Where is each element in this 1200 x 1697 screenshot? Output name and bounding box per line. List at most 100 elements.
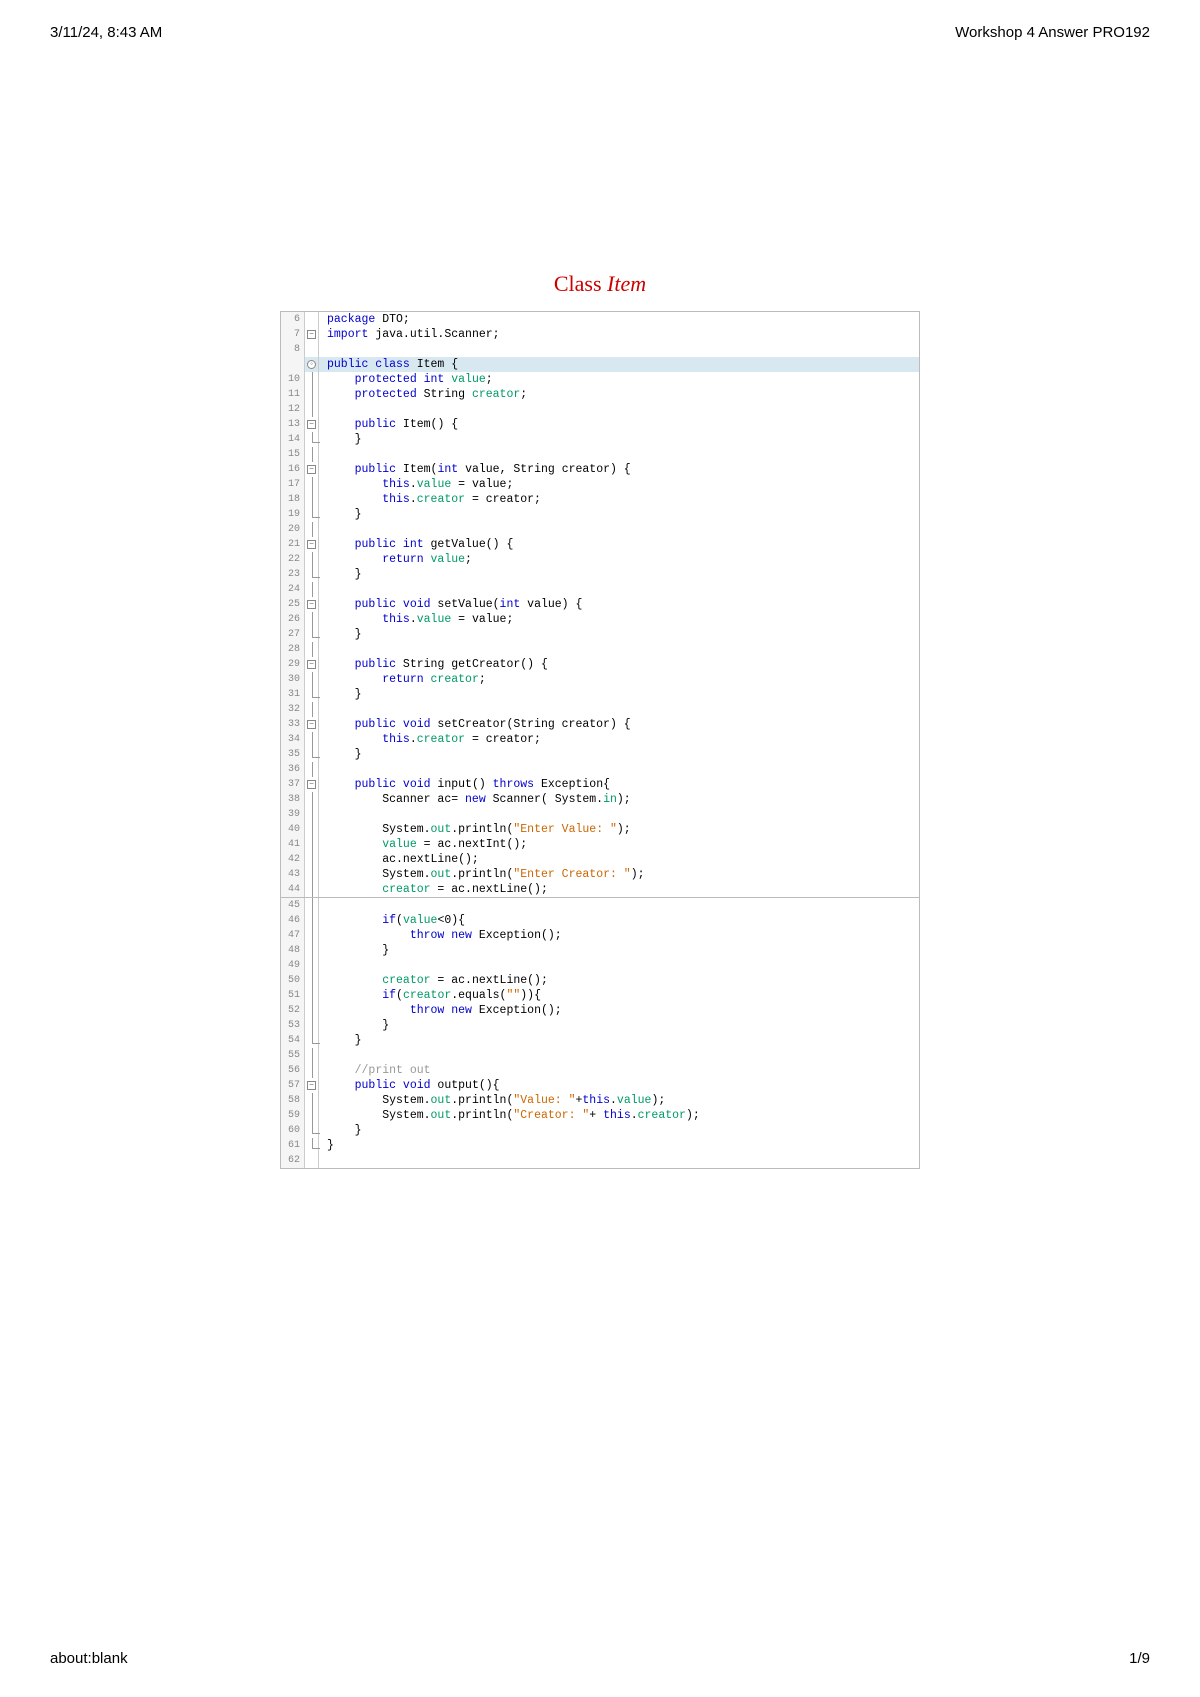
fold-gutter (305, 342, 319, 357)
code-line: 62 (281, 1153, 919, 1168)
fold-collapse-icon[interactable]: − (307, 780, 316, 789)
code-line: ◦public class Item { (281, 357, 919, 372)
fold-gutter (305, 913, 319, 928)
code-line: 51 if(creator.equals("")){ (281, 988, 919, 1003)
fold-gutter (305, 492, 319, 507)
fold-gutter: − (305, 597, 319, 612)
line-number: 41 (281, 837, 305, 852)
code-text: } (319, 687, 919, 702)
fold-gutter (305, 477, 319, 492)
fold-end-icon (312, 690, 320, 698)
footer-page: 1/9 (1129, 1650, 1150, 1667)
code-line: 12 (281, 402, 919, 417)
code-line: 37− public void input() throws Exception… (281, 777, 919, 792)
line-number: 43 (281, 867, 305, 882)
line-number: 15 (281, 447, 305, 462)
code-line: 6package DTO; (281, 312, 919, 327)
code-text: System.out.println("Enter Creator: "); (319, 867, 919, 882)
fold-gutter (305, 988, 319, 1003)
code-text: //print out (319, 1063, 919, 1078)
fold-gutter (305, 732, 319, 747)
line-number: 45 (281, 898, 305, 913)
line-number: 58 (281, 1093, 305, 1108)
code-line: 7−import java.util.Scanner; (281, 327, 919, 342)
fold-gutter (305, 1093, 319, 1108)
code-text: return creator; (319, 672, 919, 687)
code-line: 19 } (281, 507, 919, 522)
fold-guide (312, 642, 313, 657)
fold-gutter (305, 822, 319, 837)
code-line: 45 (281, 898, 919, 913)
line-number: 54 (281, 1033, 305, 1048)
code-text: package DTO; (319, 312, 919, 327)
fold-collapse-icon[interactable]: − (307, 600, 316, 609)
fold-end-icon (312, 435, 320, 443)
fold-gutter (305, 928, 319, 943)
code-line: 25− public void setValue(int value) { (281, 597, 919, 612)
code-line: 11 protected String creator; (281, 387, 919, 402)
fold-guide (312, 387, 313, 402)
code-text: public class Item { (319, 357, 919, 372)
fold-gutter: ◦ (305, 357, 319, 372)
code-line: 53 } (281, 1018, 919, 1033)
line-number: 21 (281, 537, 305, 552)
fold-collapse-icon[interactable]: − (307, 540, 316, 549)
code-line: 8 (281, 342, 919, 357)
code-line: 26 this.value = value; (281, 612, 919, 627)
line-number: 61 (281, 1138, 305, 1153)
code-line: 33− public void setCreator(String creato… (281, 717, 919, 732)
fold-gutter (305, 943, 319, 958)
line-number: 13 (281, 417, 305, 432)
fold-collapse-icon[interactable]: − (307, 1081, 316, 1090)
code-line: 30 return creator; (281, 672, 919, 687)
fold-guide (312, 1063, 313, 1078)
fold-icon[interactable]: ◦ (307, 360, 316, 369)
code-text: System.out.println("Creator: "+ this.cre… (319, 1108, 919, 1123)
fold-guide (312, 973, 313, 988)
fold-collapse-icon[interactable]: − (307, 720, 316, 729)
line-number: 56 (281, 1063, 305, 1078)
line-number: 32 (281, 702, 305, 717)
line-number: 30 (281, 672, 305, 687)
fold-gutter (305, 747, 319, 762)
line-number: 20 (281, 522, 305, 537)
fold-guide (312, 928, 313, 943)
fold-collapse-icon[interactable]: − (307, 660, 316, 669)
fold-gutter: − (305, 327, 319, 342)
line-number: 11 (281, 387, 305, 402)
line-number: 22 (281, 552, 305, 567)
fold-end-icon (312, 750, 320, 758)
code-line: 59 System.out.println("Creator: "+ this.… (281, 1108, 919, 1123)
line-number: 37 (281, 777, 305, 792)
code-block-bottom: 4546 if(value<0){47 throw new Exception(… (280, 898, 920, 1169)
fold-gutter (305, 837, 319, 852)
code-line: 58 System.out.println("Value: "+this.val… (281, 1093, 919, 1108)
code-text (319, 898, 919, 913)
code-text: } (319, 627, 919, 642)
code-line: 14 } (281, 432, 919, 447)
code-text: this.value = value; (319, 477, 919, 492)
page-header: 3/11/24, 8:43 AM Workshop 4 Answer PRO19… (0, 0, 1200, 41)
code-text: value = ac.nextInt(); (319, 837, 919, 852)
code-text: public void output(){ (319, 1078, 919, 1093)
fold-gutter (305, 522, 319, 537)
fold-gutter: − (305, 657, 319, 672)
line-number: 39 (281, 807, 305, 822)
fold-end-icon (312, 1141, 320, 1149)
fold-gutter: − (305, 537, 319, 552)
code-text: public String getCreator() { (319, 657, 919, 672)
code-text: protected String creator; (319, 387, 919, 402)
fold-collapse-icon[interactable]: − (307, 330, 316, 339)
code-text (319, 342, 919, 357)
code-line: 52 throw new Exception(); (281, 1003, 919, 1018)
line-number: 60 (281, 1123, 305, 1138)
code-line: 31 } (281, 687, 919, 702)
fold-collapse-icon[interactable]: − (307, 420, 316, 429)
header-title: Workshop 4 Answer PRO192 (955, 24, 1150, 41)
fold-collapse-icon[interactable]: − (307, 465, 316, 474)
fold-guide (312, 1018, 313, 1033)
line-number: 53 (281, 1018, 305, 1033)
fold-guide (312, 852, 313, 867)
fold-gutter (305, 852, 319, 867)
page-footer: about:blank 1/9 (50, 1650, 1150, 1667)
